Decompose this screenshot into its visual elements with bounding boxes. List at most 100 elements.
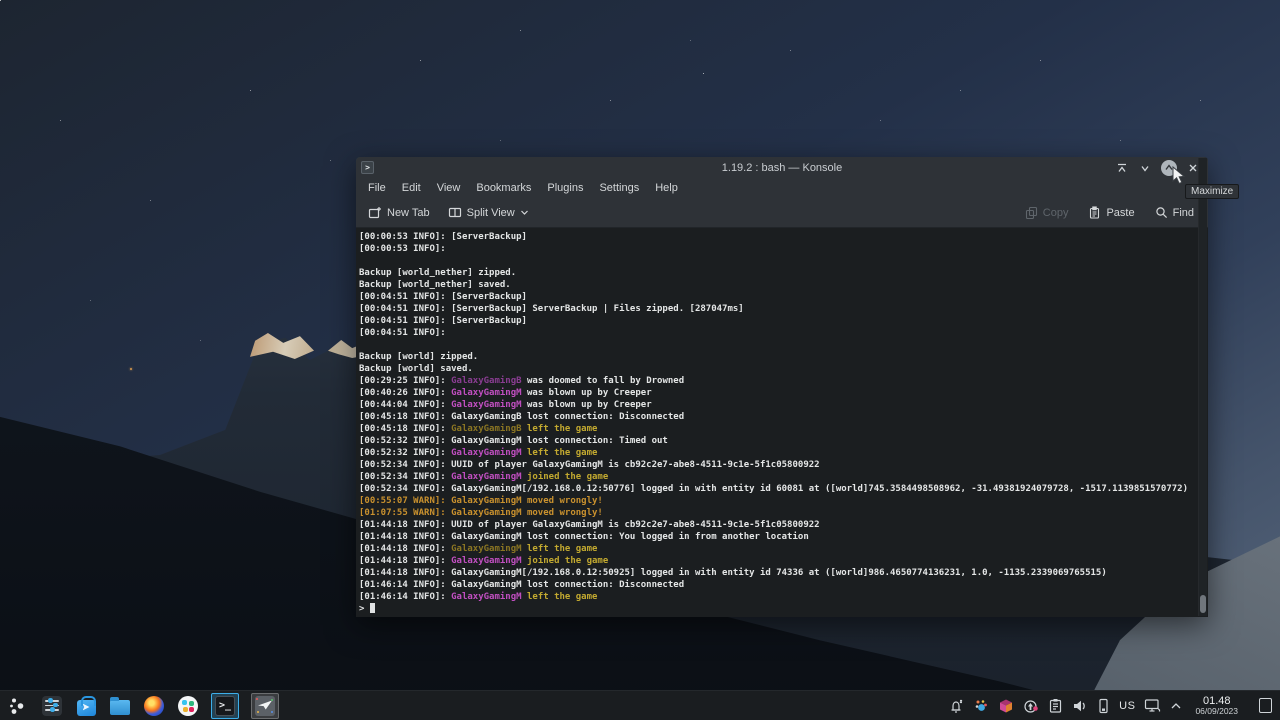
terminal-line: [01:44:18 INFO]: GalaxyGamingM lost conn… — [359, 531, 1194, 543]
terminal-line: [00:40:26 INFO]: GalaxyGamingM was blown… — [359, 387, 1194, 399]
new-tab-button[interactable]: New Tab — [368, 206, 430, 219]
terminal-line: [00:55:07 WARN]: GalaxyGamingM moved wro… — [359, 495, 1194, 507]
keyboard-layout-button[interactable]: US — [1119, 700, 1135, 712]
menu-bookmarks[interactable]: Bookmarks — [476, 182, 531, 194]
desktop: { "window": { "title": "1.19.2 : bash — … — [0, 0, 1280, 720]
copy-button[interactable]: Copy — [1025, 206, 1069, 219]
copy-icon — [1025, 206, 1038, 219]
menu-plugins[interactable]: Plugins — [547, 182, 583, 194]
update-arrow-icon — [1023, 698, 1039, 714]
firefox-icon — [144, 696, 164, 716]
system-settings-button[interactable] — [41, 695, 63, 717]
maximize-tooltip: Maximize — [1185, 184, 1239, 199]
terminal-line: [00:52:34 INFO]: GalaxyGamingM joined th… — [359, 471, 1194, 483]
new-tab-label: New Tab — [387, 207, 430, 219]
scrollbar-thumb[interactable] — [1200, 595, 1206, 613]
cube-app-button[interactable] — [998, 698, 1014, 714]
titlebar[interactable]: > 1.19.2 : bash — Konsole — [356, 157, 1208, 178]
sliders-icon — [42, 696, 62, 716]
find-button[interactable]: Find — [1155, 206, 1194, 219]
discover-button[interactable] — [75, 695, 97, 717]
terminal-line: Backup [world_nether] zipped. — [359, 267, 1194, 279]
terminal-scrollbar[interactable] — [1198, 158, 1207, 616]
terminal-cursor — [370, 603, 375, 613]
new-tab-icon — [368, 206, 382, 219]
konsole-window: > 1.19.2 : bash — Konsole File Edit View… — [356, 157, 1208, 617]
terminal-line: [01:46:14 INFO]: GalaxyGamingM lost conn… — [359, 579, 1194, 591]
taskbar: >_ — [0, 690, 1280, 720]
split-view-button[interactable]: Split View — [448, 206, 529, 219]
split-view-icon — [448, 206, 462, 219]
app-indicator-button[interactable] — [973, 698, 989, 714]
menu-help[interactable]: Help — [655, 182, 678, 194]
volume-button[interactable] — [1072, 698, 1088, 714]
clock-widget[interactable]: 01.48 06/09/2023 — [1195, 696, 1238, 716]
paste-button[interactable]: Paste — [1088, 206, 1134, 219]
monitor-icon — [1144, 698, 1161, 713]
terminal-line: [00:44:04 INFO]: GalaxyGamingM was blown… — [359, 399, 1194, 411]
clipboard-button[interactable] — [1048, 698, 1063, 714]
menu-edit[interactable]: Edit — [402, 182, 421, 194]
terminal-line: [01:46:14 INFO]: GalaxyGamingM left the … — [359, 591, 1194, 603]
terminal-line: [00:00:53 INFO]: — [359, 243, 1194, 255]
slack-button[interactable] — [177, 695, 199, 717]
mouse-cursor — [1172, 166, 1186, 186]
slack-icon — [178, 696, 198, 716]
expand-tray-button[interactable] — [1170, 702, 1182, 710]
chevron-up-icon — [1170, 702, 1182, 710]
terminal-line: Backup [world_nether] saved. — [359, 279, 1194, 291]
paste-icon — [1088, 206, 1101, 219]
terminal-line: [00:04:51 INFO]: [ServerBackup] ServerBa… — [359, 303, 1194, 315]
clipboard-icon — [1048, 698, 1063, 714]
terminal-line: [00:52:34 INFO]: UUID of player GalaxyGa… — [359, 459, 1194, 471]
terminal-line: [00:00:53 INFO]: [ServerBackup] — [359, 231, 1194, 243]
task-paper-plane-launcher[interactable] — [251, 693, 279, 719]
firefox-button[interactable] — [143, 695, 165, 717]
terminal-line: [01:44:18 INFO]: GalaxyGamingM joined th… — [359, 555, 1194, 567]
display-button[interactable] — [1144, 698, 1161, 713]
toolbar: New Tab Split View Copy Paste Find — [356, 198, 1208, 228]
terminal-line: [00:52:34 INFO]: GalaxyGamingM[/192.168.… — [359, 483, 1194, 495]
cube-icon — [998, 698, 1014, 714]
task-konsole[interactable]: >_ — [211, 693, 239, 719]
kde-connect-button[interactable] — [1097, 698, 1110, 714]
stars — [0, 0, 1, 1]
dots-app-icon — [973, 698, 989, 714]
speaker-icon — [1072, 698, 1088, 714]
terminal-line — [359, 339, 1194, 351]
keep-above-button[interactable] — [1115, 161, 1129, 175]
terminal-line: [00:04:51 INFO]: [ServerBackup] — [359, 315, 1194, 327]
split-view-label: Split View — [467, 207, 515, 219]
warm-star — [130, 368, 132, 370]
minimize-button[interactable] — [1138, 161, 1152, 175]
terminal-line — [359, 255, 1194, 267]
terminal-line: [00:04:51 INFO]: [ServerBackup] — [359, 291, 1194, 303]
menubar: File Edit View Bookmarks Plugins Setting… — [356, 178, 1208, 198]
konsole-icon: > — [361, 161, 374, 174]
konsole-task-icon: >_ — [215, 696, 235, 716]
terminal-output[interactable]: [00:00:53 INFO]: [ServerBackup][00:00:53… — [356, 228, 1208, 617]
menu-settings[interactable]: Settings — [599, 182, 639, 194]
terminal-line: [00:45:18 INFO]: GalaxyGamingB left the … — [359, 423, 1194, 435]
application-launcher-button[interactable] — [7, 695, 29, 717]
dolphin-button[interactable] — [109, 695, 131, 717]
terminal-line: > — [359, 603, 1194, 615]
terminal-line: [00:45:18 INFO]: GalaxyGamingB lost conn… — [359, 411, 1194, 423]
notifications-button[interactable] — [948, 698, 964, 714]
clock-date: 06/09/2023 — [1195, 707, 1238, 716]
find-label: Find — [1173, 207, 1194, 219]
paste-label: Paste — [1106, 207, 1134, 219]
chevron-down-icon — [520, 209, 529, 216]
terminal-line: Backup [world] zipped. — [359, 351, 1194, 363]
terminal-line: [01:44:18 INFO]: UUID of player GalaxyGa… — [359, 519, 1194, 531]
window-title: 1.19.2 : bash — Konsole — [356, 162, 1208, 174]
show-desktop-button[interactable] — [1259, 698, 1272, 713]
terminal-line: [00:29:25 INFO]: GalaxyGamingB was doome… — [359, 375, 1194, 387]
phone-icon — [1097, 698, 1110, 714]
updates-button[interactable] — [1023, 698, 1039, 714]
menu-view[interactable]: View — [437, 182, 461, 194]
menu-file[interactable]: File — [368, 182, 386, 194]
search-icon — [1155, 206, 1168, 219]
copy-label: Copy — [1043, 207, 1069, 219]
terminal-line: [01:44:18 INFO]: GalaxyGamingM left the … — [359, 543, 1194, 555]
